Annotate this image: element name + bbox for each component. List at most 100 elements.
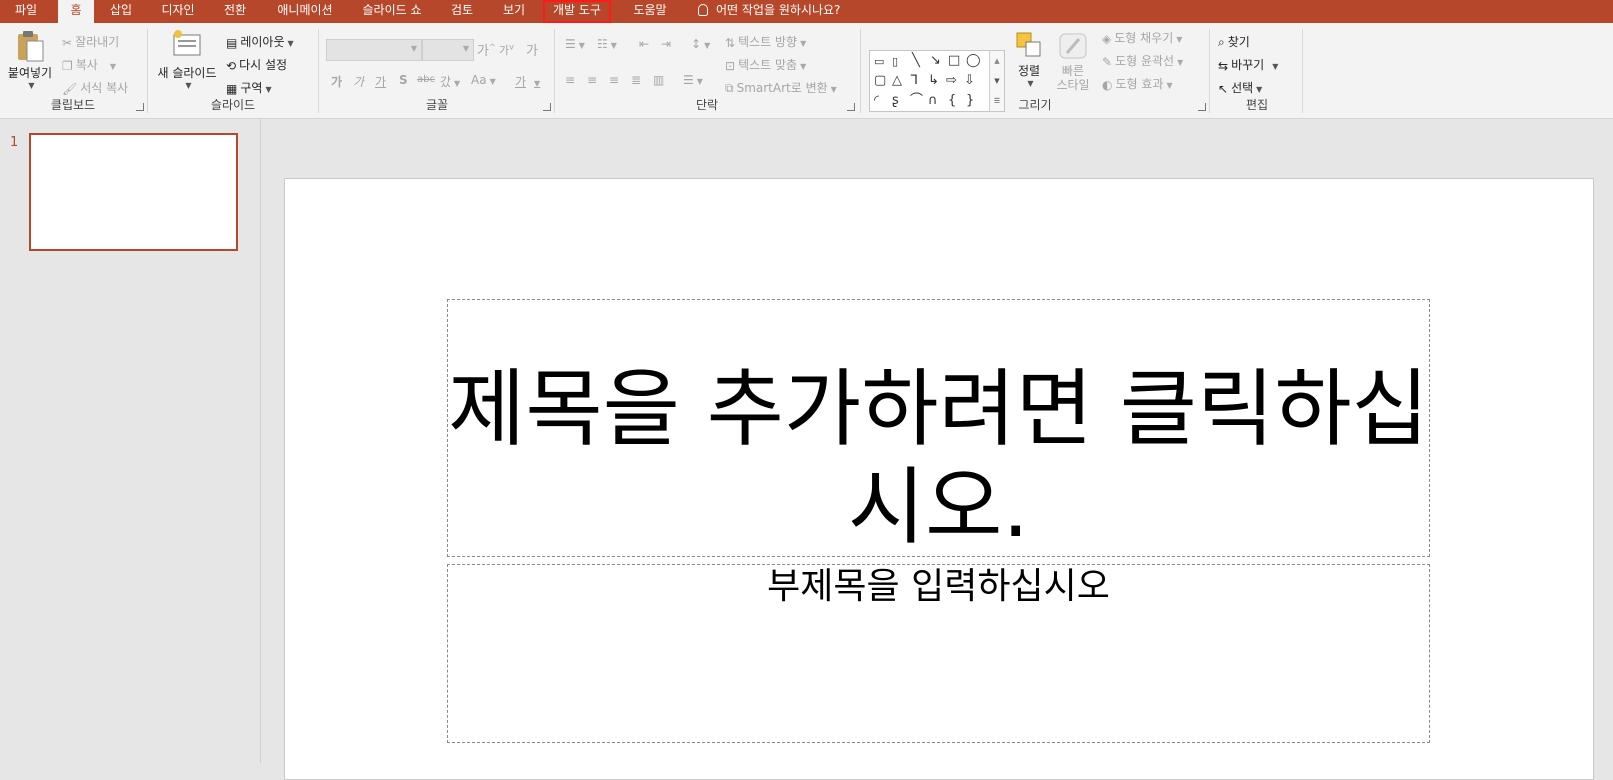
bullets-button[interactable]: ☰ ▼	[565, 37, 585, 51]
shadow-button[interactable]: S	[399, 73, 408, 87]
cut-label: 잘라내기	[75, 35, 120, 49]
scissors-icon: ✂	[62, 35, 73, 50]
tab-design[interactable]: 디자인	[152, 0, 204, 23]
clipboard-group-label: 클립보드	[50, 98, 96, 112]
tab-slideshow[interactable]: 슬라이드 쇼	[354, 0, 430, 23]
tab-developer[interactable]: 개발 도구	[543, 0, 611, 23]
copy-button[interactable]: ❐ 복사 ▼	[62, 56, 116, 73]
smartart-icon: ⧉	[725, 81, 734, 95]
bold-button[interactable]: 가	[331, 73, 342, 90]
font-size-combobox[interactable]: ▼	[422, 39, 474, 61]
chevron-down-icon: ▼	[185, 81, 192, 90]
group-divider	[1302, 29, 1303, 113]
new-slide-button[interactable]: 새 슬라이드 ▼	[156, 29, 218, 90]
group-divider	[554, 29, 555, 113]
increase-indent-icon: ⇥	[661, 37, 672, 51]
tab-help[interactable]: 도움말	[624, 0, 676, 23]
tab-view[interactable]: 보기	[494, 0, 534, 23]
line-spacing-button[interactable]: ↕ ▼	[691, 37, 710, 51]
select-button[interactable]: ↖ 선택 ▼	[1218, 79, 1262, 96]
layout-label: 레이아웃	[240, 35, 285, 49]
chevron-down-icon: ▼	[610, 41, 617, 50]
strikethrough-label: abc	[417, 74, 435, 85]
cut-button[interactable]: ✂ 잘라내기	[62, 33, 119, 50]
smartart-button[interactable]: ⧉ SmartArt로 변환 ▼	[725, 79, 837, 96]
tab-insert[interactable]: 삽입	[100, 0, 142, 23]
tab-review[interactable]: 검토	[442, 0, 482, 23]
copy-label: 복사	[75, 58, 98, 72]
underline-button[interactable]: 가	[375, 73, 386, 90]
character-spacing-button[interactable]: 갔 ▼	[440, 73, 460, 90]
chevron-down-icon: ▼	[489, 77, 496, 86]
tab-animations[interactable]: 애니메이션	[268, 0, 342, 23]
justify-button[interactable]: ≣	[631, 73, 641, 87]
font-name-combobox[interactable]: ▼	[326, 39, 422, 61]
text-direction-label: 텍스트 방향	[738, 35, 798, 49]
clear-formatting-button[interactable]: 가	[526, 40, 538, 59]
chevron-down-icon: ▼	[28, 81, 35, 90]
chevron-down-icon: ▼	[578, 41, 585, 50]
align-center-button[interactable]: ≡	[587, 73, 597, 87]
tab-transitions[interactable]: 전환	[214, 0, 256, 23]
paste-button[interactable]: 붙여넣기 ▼	[6, 29, 54, 90]
distributed-button[interactable]: ▥	[653, 73, 664, 87]
reset-button[interactable]: ⟲ 다시 설정	[226, 56, 287, 73]
align-right-button[interactable]: ≡	[609, 73, 619, 87]
tab-home[interactable]: 홈	[58, 0, 94, 23]
paste-label: 붙여넣기	[7, 66, 53, 80]
magnifier-icon: ⌕	[1218, 35, 1225, 49]
subtitle-placeholder[interactable]: 부제목을 입력하십시오	[447, 564, 1430, 743]
find-button[interactable]: ⌕ 찾기	[1218, 33, 1250, 50]
slides-group-label: 슬라이드	[210, 98, 256, 112]
chevron-down-icon: ▼	[1272, 62, 1279, 71]
chevron-down-icon: ▼	[410, 44, 417, 53]
align-text-button[interactable]: ⊡ 텍스트 맞춤 ▼	[725, 56, 806, 73]
dialog-launcher-icon[interactable]	[136, 103, 144, 111]
numbering-button[interactable]: ☷ ▼	[597, 37, 617, 51]
cursor-icon: ↖	[1218, 81, 1229, 96]
align-left-button[interactable]: ≡	[565, 73, 575, 87]
justify-icon: ≣	[631, 73, 642, 87]
ribbon: 붙여넣기 ▼ ✂ 잘라내기 ❐ 복사 ▼ 🖌 서식 복사 클립보드 새 슬라이드 ▼	[0, 23, 1613, 119]
title-placeholder[interactable]: 제목을 추가하려면 클릭하십시오.	[447, 299, 1430, 557]
underline-label: 가	[375, 75, 387, 89]
dialog-launcher-icon[interactable]	[543, 103, 551, 111]
numbering-icon: ☷	[597, 37, 608, 51]
font-group-label: 글꼴	[425, 98, 449, 112]
chevron-down-icon: ▼	[800, 39, 807, 48]
clipboard-group: 붙여넣기 ▼ ✂ 잘라내기 ❐ 복사 ▼ 🖌 서식 복사 클립보드	[0, 27, 146, 115]
align-left-icon: ≡	[565, 73, 576, 87]
paragraph-group: ☰ ▼ ☷ ▼ ⇤ ⇥ ↕ ▼ ≡ ≡ ≡ ≣ ▥ ☰ ▼ ⇅ 텍스트 방향 ▼ ⊡ 텍스트 …	[557, 27, 857, 115]
subtitle-text: 부제목을 입력하십시오	[767, 566, 1110, 607]
italic-button[interactable]: 가	[353, 73, 364, 90]
strikethrough-button[interactable]: abc	[417, 74, 435, 85]
decrease-indent-button[interactable]: ⇤	[639, 37, 649, 51]
character-spacing-label: 갔	[440, 75, 452, 89]
format-painter-button[interactable]: 🖌 서식 복사	[62, 79, 128, 96]
reset-icon: ⟲	[226, 58, 237, 73]
slides-group: 새 슬라이드 ▼ ▤ 레이아웃 ▼ ⟲ 다시 설정 ▦ 구역 ▼ 슬라이드	[150, 27, 316, 115]
format-painter-label: 서식 복사	[80, 81, 129, 95]
text-direction-button[interactable]: ⇅ 텍스트 방향 ▼	[725, 33, 806, 50]
replace-label: 바꾸기	[1231, 58, 1265, 72]
shrink-font-button[interactable]: 가v	[499, 42, 514, 58]
grow-font-button[interactable]: 가^	[477, 40, 496, 59]
change-case-button[interactable]: Aa ▼	[471, 73, 496, 87]
dialog-launcher-icon[interactable]	[1198, 103, 1206, 111]
chevron-down-icon: ▼	[265, 85, 272, 94]
tab-file[interactable]: 파일	[4, 0, 48, 23]
bullets-icon: ☰	[565, 37, 576, 51]
slide-thumbnail[interactable]	[29, 133, 238, 251]
increase-indent-button[interactable]: ⇥	[661, 37, 671, 51]
line-spacing-icon: ↕	[691, 37, 702, 51]
layout-button[interactable]: ▤ 레이아웃 ▼	[226, 33, 294, 50]
tell-me-search[interactable]: 어떤 작업을 원하시나요?	[698, 0, 840, 23]
slide-thumbnail-pane: 1	[0, 119, 261, 763]
columns-button[interactable]: ☰ ▼	[683, 73, 703, 87]
section-button[interactable]: ▦ 구역 ▼	[226, 79, 272, 96]
group-divider	[147, 29, 148, 113]
select-label: 선택	[1231, 81, 1254, 95]
font-color-button[interactable]: 가 ▼	[515, 73, 540, 90]
replace-button[interactable]: ⇆ 바꾸기 ▼	[1218, 56, 1278, 73]
dialog-launcher-icon[interactable]	[847, 103, 855, 111]
